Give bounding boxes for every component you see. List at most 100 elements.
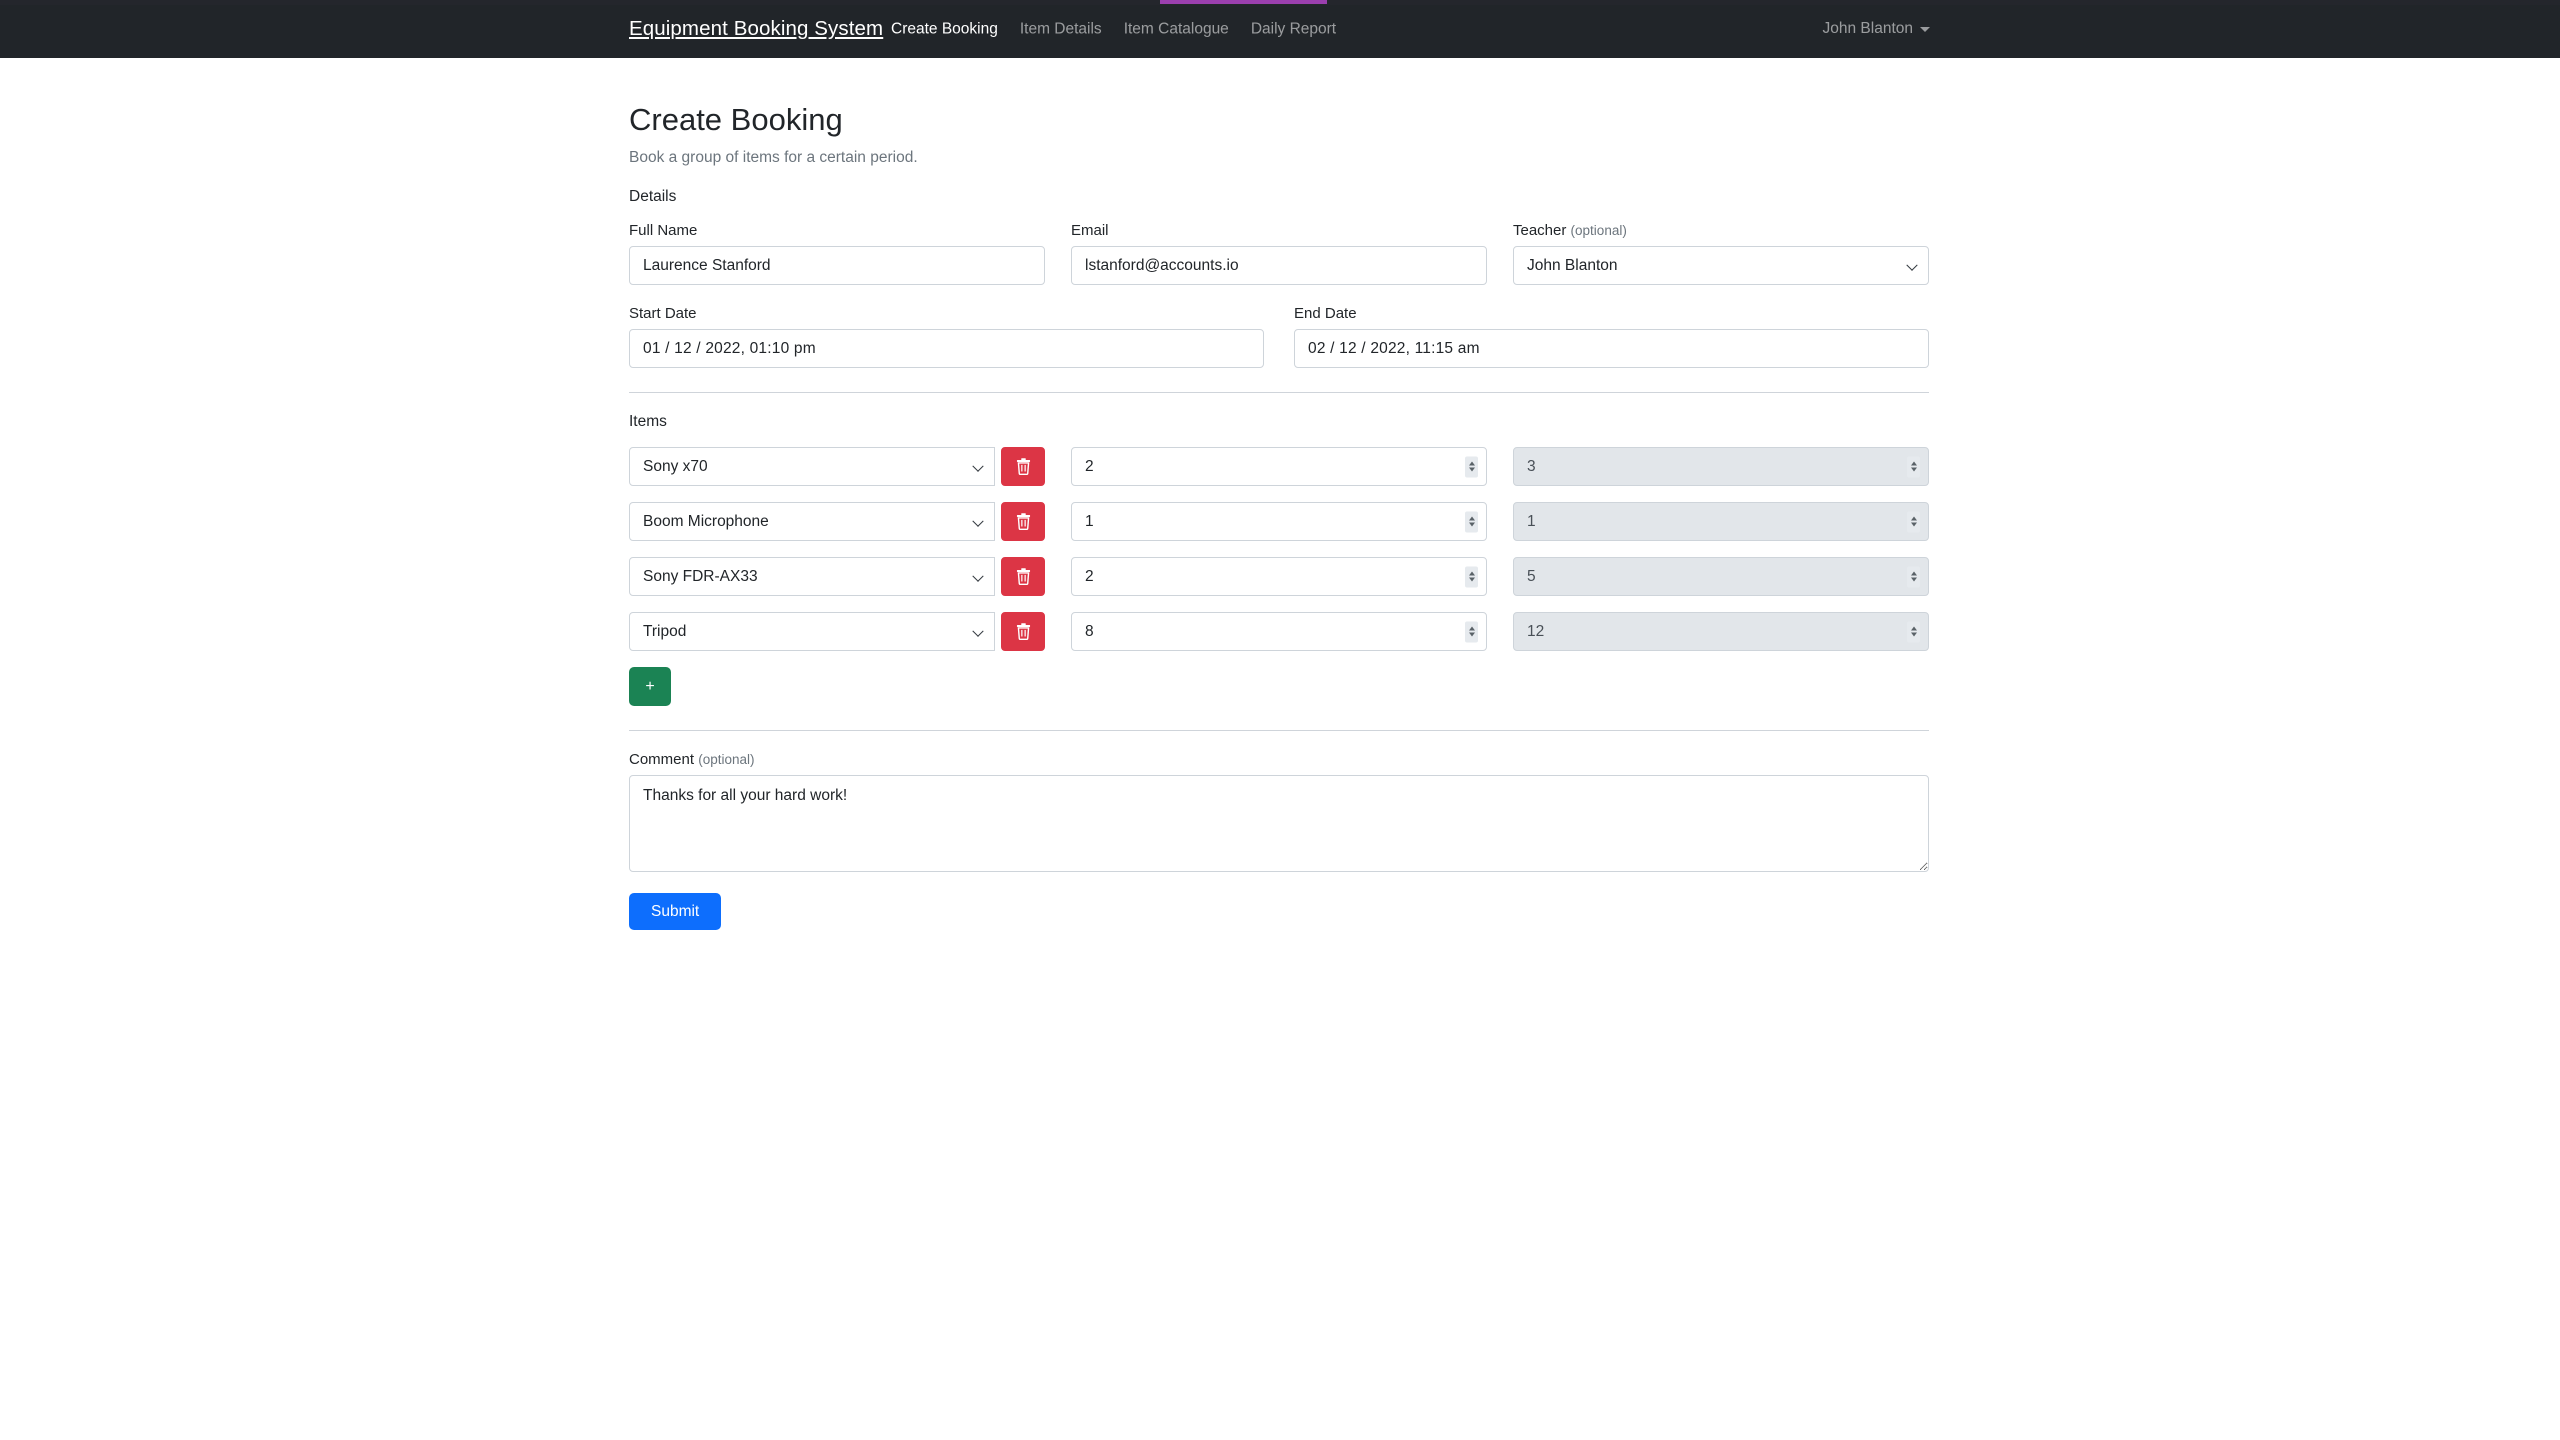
item-select-wrap: Tripod [629, 612, 995, 652]
item-name-select[interactable]: Sony x70 [629, 447, 995, 487]
comment-label: Comment (optional) [629, 751, 1929, 768]
end-date-label: End Date [1294, 305, 1357, 323]
comment-label-text: Comment [629, 751, 695, 769]
stepper-down-icon [1468, 632, 1475, 637]
item-quantity-cell: 1 [1071, 502, 1487, 542]
page-load-bar-fill [1160, 0, 1327, 4]
nav-link-item-details[interactable]: Item Details [1020, 21, 1102, 37]
item-name-cell: Boom Microphone [629, 502, 1045, 542]
add-item-button[interactable]: + [629, 667, 671, 707]
navbar-brand[interactable]: Equipment Booking System [629, 17, 883, 41]
items-section-label: Items [629, 413, 667, 431]
trash-icon [1016, 568, 1030, 586]
item-quantity-wrap: 2 [1071, 557, 1487, 597]
stepper-down-icon [1910, 522, 1917, 527]
stepper-down-icon [1910, 632, 1917, 637]
number-stepper[interactable] [1465, 511, 1478, 533]
delete-item-button[interactable] [1001, 447, 1045, 487]
teacher-select[interactable]: John Blanton [1513, 246, 1929, 286]
stepper-down-icon [1910, 467, 1917, 472]
delete-item-button[interactable] [1001, 612, 1045, 652]
trash-icon [1016, 458, 1030, 476]
item-select-wrap: Sony FDR-AX33 [629, 557, 995, 597]
trash-icon [1016, 623, 1030, 641]
item-row: Sony x70 2 3 [629, 447, 1929, 487]
item-name-select[interactable]: Sony FDR-AX33 [629, 557, 995, 597]
teacher-select-wrap: John Blanton [1513, 246, 1929, 286]
item-select-wrap: Sony x70 [629, 447, 995, 487]
item-quantity-input[interactable]: 2 [1071, 557, 1487, 597]
item-name-select[interactable]: Tripod [629, 612, 995, 652]
end-date-input[interactable]: 02 / 12 / 2022, 11:15 am [1294, 329, 1929, 369]
trash-icon [1016, 513, 1030, 531]
item-quantity-cell: 2 [1071, 447, 1487, 487]
item-available-input: 5 [1513, 557, 1929, 597]
divider-above-comment [629, 730, 1929, 732]
comment-textarea[interactable]: Thanks for all your hard work! [629, 775, 1929, 873]
details-section-label: Details [629, 188, 677, 206]
item-quantity-cell: 8 [1071, 612, 1487, 652]
email-label: Email [1071, 222, 1109, 240]
teacher-label-text: Teacher [1513, 222, 1567, 240]
item-available-wrap: 5 [1513, 557, 1929, 597]
details-row-one: Full Name Email Teacher (optional) John … [629, 222, 1929, 286]
number-stepper[interactable] [1465, 621, 1478, 643]
item-name-select[interactable]: Boom Microphone [629, 502, 995, 542]
number-stepper[interactable] [1465, 566, 1478, 588]
teacher-label: Teacher (optional) [1513, 222, 1929, 239]
item-quantity-wrap: 1 [1071, 502, 1487, 542]
teacher-group: Teacher (optional) John Blanton [1513, 222, 1929, 286]
item-row: Boom Microphone 1 1 [629, 502, 1929, 542]
stepper-up-icon [1468, 461, 1475, 466]
stepper-up-icon [1910, 571, 1917, 576]
number-stepper[interactable] [1465, 456, 1478, 478]
nav-link-daily-report[interactable]: Daily Report [1251, 21, 1336, 37]
start-date-input[interactable]: 01 / 12 / 2022, 01:10 pm [629, 329, 1264, 369]
full-name-label: Full Name [629, 222, 698, 240]
item-available-input: 3 [1513, 447, 1929, 487]
item-available-wrap: 3 [1513, 447, 1929, 487]
divider-above-items [629, 392, 1929, 394]
item-row: Tripod 8 12 [629, 612, 1929, 652]
item-name-cell: Tripod [629, 612, 1045, 652]
top-navbar: Equipment Booking System Create Booking … [0, 0, 2560, 58]
item-name-cell: Sony x70 [629, 447, 1045, 487]
item-available-cell: 1 [1513, 502, 1929, 542]
item-quantity-input[interactable]: 2 [1071, 447, 1487, 487]
item-quantity-wrap: 8 [1071, 612, 1487, 652]
start-date-label: Start Date [629, 305, 697, 323]
navbar-links: Create Booking Item Details Item Catalog… [891, 21, 1336, 37]
item-available-cell: 3 [1513, 447, 1929, 487]
submit-button[interactable]: Submit [629, 893, 722, 931]
email-input[interactable] [1071, 246, 1487, 286]
number-stepper-disabled [1907, 621, 1920, 643]
email-group: Email [1071, 222, 1487, 286]
stepper-up-icon [1910, 516, 1917, 521]
comment-optional-text: (optional) [698, 752, 755, 768]
delete-item-button[interactable] [1001, 502, 1045, 542]
user-menu-label: John Blanton [1822, 20, 1914, 37]
items-list: Sony x70 2 3 Boom Microphone 1 1 Sony FD… [629, 447, 1929, 652]
details-row-two: Start Date 01 / 12 / 2022, 01:10 pm End … [629, 305, 1929, 369]
full-name-group: Full Name [629, 222, 1045, 286]
nav-link-create-booking[interactable]: Create Booking [891, 21, 998, 37]
item-quantity-input[interactable]: 1 [1071, 502, 1487, 542]
stepper-down-icon [1468, 522, 1475, 527]
delete-item-button[interactable] [1001, 557, 1045, 597]
number-stepper-disabled [1907, 456, 1920, 478]
teacher-optional-text: (optional) [1570, 223, 1627, 239]
number-stepper-disabled [1907, 566, 1920, 588]
item-quantity-input[interactable]: 8 [1071, 612, 1487, 652]
stepper-down-icon [1468, 467, 1475, 472]
nav-link-item-catalogue[interactable]: Item Catalogue [1124, 21, 1229, 37]
item-quantity-cell: 2 [1071, 557, 1487, 597]
item-available-input: 1 [1513, 502, 1929, 542]
full-name-input[interactable] [629, 246, 1045, 286]
end-date-group: End Date 02 / 12 / 2022, 11:15 am [1294, 305, 1929, 369]
item-available-cell: 5 [1513, 557, 1929, 597]
user-menu[interactable]: John Blanton [1822, 20, 1930, 38]
stepper-down-icon [1910, 577, 1917, 582]
stepper-up-icon [1910, 626, 1917, 631]
page-body: Create Booking Book a group of items for… [0, 58, 2560, 1440]
booking-form: Create Booking Book a group of items for… [629, 101, 1929, 931]
